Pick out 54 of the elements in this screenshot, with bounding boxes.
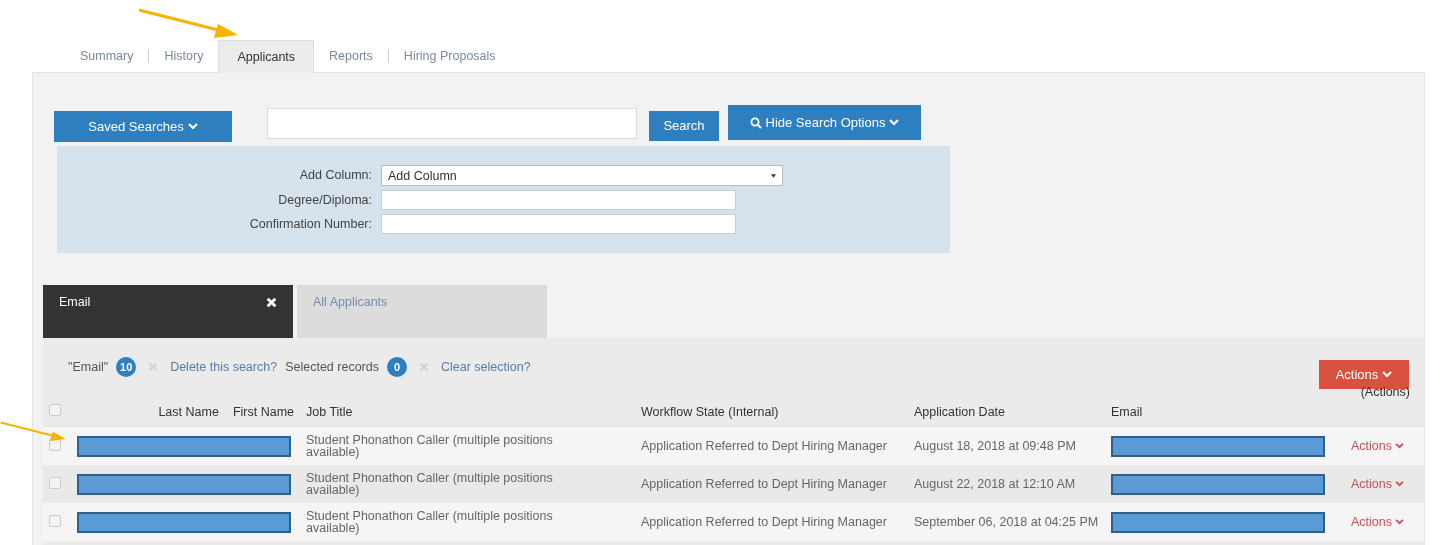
row-actions-link[interactable]: Actions [1336,477,1424,491]
caret-icon [771,173,776,178]
chevron-down-icon [1395,481,1404,487]
chevron-down-icon [1382,370,1393,378]
chevron-down-icon [1395,519,1404,525]
search-name: "Email" [68,360,109,374]
add-column-select[interactable]: Add Column [381,165,783,186]
delete-search-link[interactable]: Delete this search? [170,360,278,374]
chevron-down-icon [187,123,198,130]
table-cell-text: September 06, 2018 at 04:25 PM [914,516,1100,528]
table-cell-text: August 22, 2018 at 12:10 AM [914,478,1077,490]
selected-records-label: Selected records [285,360,379,374]
table-cell-text: Student Phonathon Caller (multiple positions available) [306,510,554,534]
table-cell-text: Student Phonathon Caller (multiple positions available) [306,434,554,458]
tab[interactable]: Summary [65,40,149,72]
table-cell-text: Application Referred to Dept Hiring Manager [641,478,888,490]
field-label: Degree/Diploma: [277,192,372,209]
row-checkbox[interactable] [49,476,61,489]
column-header: Job Title [306,405,353,419]
select-all-checkbox[interactable] [49,404,61,416]
column-header: First Name [232,405,294,419]
column-header: Email [1111,405,1143,419]
tab[interactable]: Applicants [218,39,315,73]
saved-searches-button[interactable]: Saved Searches [54,111,232,142]
tab[interactable]: Hiring Proposals [388,40,511,72]
column-header: Last Name [158,405,219,419]
column-header: Workflow State (Internal) [641,405,779,419]
close-icon [266,297,277,308]
arrow-drawing [0,420,66,442]
tab[interactable]: Reports [314,40,388,72]
table-cell-text: Application Referred to Dept Hiring Manager [641,440,888,452]
input-field[interactable] [381,214,736,234]
count-badge: 0 [386,357,407,377]
row-actions-link[interactable]: Actions [1336,439,1424,453]
field-label: Confirmation Number: [248,216,372,233]
table-cell-text: Student Phonathon Caller (multiple positions available) [306,472,554,496]
tab[interactable]: History [149,40,219,72]
field-label: Add Column: [298,167,372,184]
column-header: Application Date [914,405,1006,419]
saved-search-tab[interactable]: Email [43,285,293,338]
chevron-down-icon [1395,443,1404,449]
table-cell-text: August 18, 2018 at 09:48 PM [914,440,1077,452]
hide-search-options-button[interactable]: Hide Search Options [728,105,921,140]
input-field[interactable] [381,190,736,210]
row-checkbox[interactable] [49,514,61,527]
clear-selection-link[interactable]: Clear selection? [440,360,531,374]
search-field[interactable] [267,108,637,139]
search-button[interactable]: Search [649,110,719,141]
search-icon [749,116,762,129]
row-actions-link[interactable]: Actions [1336,515,1424,529]
chevron-down-icon [889,119,900,126]
count-badge: 10 [116,357,137,377]
saved-search-tab[interactable]: All Applicants [297,285,547,338]
table-cell-text: Application Referred to Dept Hiring Manager [641,516,888,528]
